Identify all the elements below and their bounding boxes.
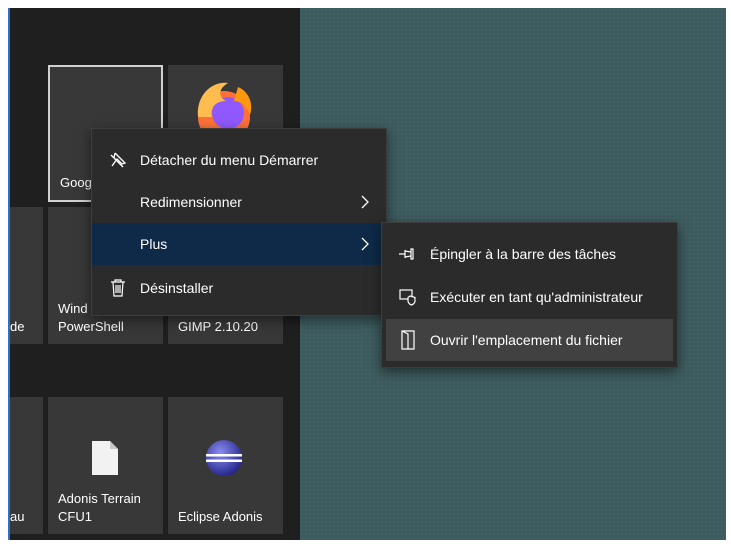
menu-item-run-as-admin[interactable]: Exécuter en tant qu'administrateur [382,276,677,318]
menu-item-label: Désinstaller [140,280,214,296]
unpin-icon [108,150,128,170]
menu-item-more[interactable]: Plus [92,223,386,265]
menu-item-unpin-start[interactable]: Détacher du menu Démarrer [92,139,386,181]
tile-eclipse-adonis[interactable]: Eclipse Adonis [168,397,283,534]
folder-open-icon [398,330,418,350]
chevron-right-icon [361,237,369,251]
tile-label: Eclipse Adonis [178,509,263,524]
menu-item-label: Exécuter en tant qu'administrateur [430,289,643,305]
tile-partial-left-2[interactable]: au [8,397,43,534]
tile-partial-left[interactable]: de [8,207,43,344]
tile-label: GIMP 2.10.20 [178,319,258,334]
tile-adonis-terrain[interactable]: Adonis Terrain CFU1 [48,397,163,534]
menu-item-label: Épingler à la barre des tâches [430,246,616,262]
tile-label: au [10,509,25,524]
tile-label: Adonis Terrain CFU1 [58,491,141,524]
menu-item-open-file-location[interactable]: Ouvrir l'emplacement du fichier [386,319,673,361]
shield-icon [398,287,418,307]
menu-item-label: Ouvrir l'emplacement du fichier [430,332,623,348]
menu-item-pin-taskbar[interactable]: Épingler à la barre des tâches [382,233,677,275]
document-icon [92,441,118,475]
chevron-right-icon [361,195,369,209]
start-menu-edge [8,8,10,540]
tile-context-menu: Détacher du menu Démarrer Redimensionner… [91,128,387,316]
tile-label: Goog [60,175,92,190]
more-submenu: Épingler à la barre des tâches Exécuter … [381,222,678,368]
menu-item-uninstall[interactable]: Désinstaller [92,267,386,309]
menu-item-resize[interactable]: Redimensionner [92,181,386,223]
menu-item-label: Détacher du menu Démarrer [140,152,319,168]
menu-item-label: Plus [140,236,168,252]
trash-icon [108,278,128,298]
eclipse-icon [206,440,242,476]
menu-item-label: Redimensionner [140,194,242,210]
tile-label: de [10,319,25,334]
pin-icon [398,244,418,264]
